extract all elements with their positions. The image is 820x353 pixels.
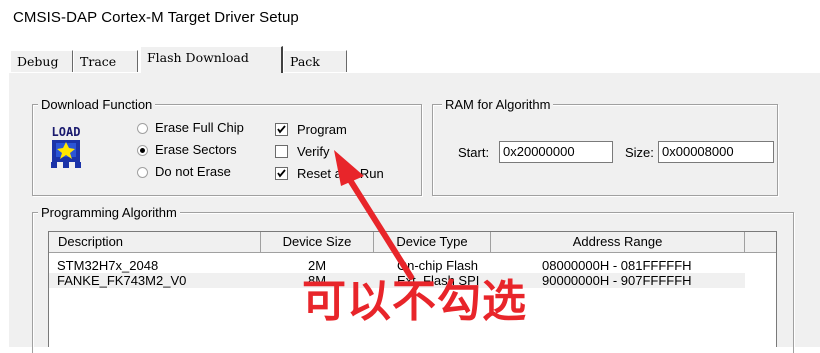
program-checkbox[interactable] xyxy=(275,123,288,136)
erase-sectors-label: Erase Sectors xyxy=(155,142,237,157)
do-not-erase-radio[interactable] xyxy=(137,167,148,178)
do-not-erase-label: Do not Erase xyxy=(155,164,231,179)
programming-algorithm-label: Programming Algorithm xyxy=(38,205,180,220)
start-address-input[interactable]: 0x20000000 xyxy=(499,141,613,163)
load-icon-text: LOAD xyxy=(52,125,81,139)
row-size: 2M xyxy=(308,258,327,273)
table-row[interactable]: STM32H7x_2048 2M On-chip Flash 08000000H… xyxy=(49,258,745,273)
row-type: On-chip Flash xyxy=(397,258,478,273)
load-icon: LOAD xyxy=(47,125,85,171)
download-function-label: Download Function xyxy=(38,97,156,112)
row-range: 90000000H - 907FFFFFH xyxy=(542,273,692,288)
row-range: 08000000H - 081FFFFFH xyxy=(542,258,692,273)
column-filler xyxy=(745,232,776,253)
column-address-range[interactable]: Address Range xyxy=(491,232,745,253)
tab-trace[interactable]: Trace xyxy=(73,50,138,72)
row-description: STM32H7x_2048 xyxy=(57,258,159,273)
ram-for-algorithm-label: RAM for Algorithm xyxy=(442,97,554,112)
reset-and-run-checkbox[interactable] xyxy=(275,167,288,180)
erase-full-chip-radio[interactable] xyxy=(137,123,148,134)
column-description[interactable]: Description xyxy=(49,232,261,253)
tab-pack[interactable]: Pack xyxy=(283,50,347,72)
verify-label: Verify xyxy=(297,144,330,159)
verify-checkbox[interactable] xyxy=(275,145,288,158)
row-description: FANKE_FK743M2_V0 xyxy=(57,273,187,288)
tab-flash-download[interactable]: Flash Download xyxy=(140,46,283,73)
size-label: Size: xyxy=(625,145,654,160)
start-label: Start: xyxy=(458,145,490,160)
dialog-title: CMSIS-DAP Cortex-M Target Driver Setup xyxy=(13,9,299,26)
column-device-size[interactable]: Device Size xyxy=(261,232,374,253)
erase-sectors-radio[interactable] xyxy=(137,145,148,156)
program-label: Program xyxy=(297,122,347,137)
annotation-text: 可以不勾选 xyxy=(302,276,527,327)
column-device-type[interactable]: Device Type xyxy=(374,232,491,253)
erase-full-chip-label: Erase Full Chip xyxy=(155,120,244,135)
tab-debug[interactable]: Debug xyxy=(10,50,73,72)
reset-and-run-label: Reset and Run xyxy=(297,166,384,181)
size-input[interactable]: 0x00008000 xyxy=(658,141,774,163)
